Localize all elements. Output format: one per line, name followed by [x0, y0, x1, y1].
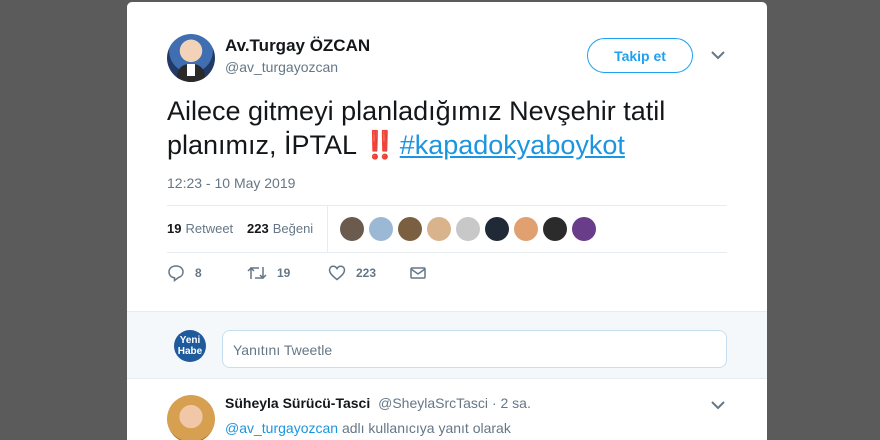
like-stat[interactable]: 223 Beğeni [247, 221, 313, 236]
direct-message-button[interactable] [409, 264, 437, 282]
avatar-text-line-1: Yeni [179, 335, 201, 346]
liker-avatar[interactable] [340, 217, 364, 241]
retweet-action-count: 19 [277, 266, 291, 280]
tweet-card: Av.Turgay ÖZCAN @av_turgayozcan Takip et… [127, 2, 767, 440]
retweet-icon [247, 266, 267, 280]
like-stat-label: Beğeni [272, 221, 314, 236]
liker-avatar[interactable] [572, 217, 596, 241]
author-display-name[interactable]: Av.Turgay ÖZCAN [225, 36, 370, 56]
author-handle[interactable]: @av_turgayozcan [225, 59, 338, 75]
reply-context-text: adlı kullanıcıya yanıt olarak [341, 420, 511, 436]
chevron-down-icon[interactable] [710, 49, 726, 61]
replier-name[interactable]: Süheyla Sürücü-Tasci [225, 395, 370, 411]
replier-handle[interactable]: @SheylaSrcTasci [378, 395, 488, 411]
liker-avatar[interactable] [427, 217, 451, 241]
retweet-stat-label: Retweet [185, 221, 234, 236]
hashtag-link[interactable]: #kapadokyaboykot [400, 130, 625, 160]
reply-count: 8 [195, 266, 202, 280]
reply-mention[interactable]: @av_turgayozcan [225, 420, 338, 436]
liker-avatar[interactable] [456, 217, 480, 241]
like-stat-count: 223 [247, 221, 269, 236]
reply-icon [168, 265, 184, 282]
reply-input[interactable]: Yanıtını Tweetle [222, 330, 727, 368]
follow-button[interactable]: Takip et [587, 38, 693, 73]
tweet-text: Ailece gitmeyi planladığımız Nevşehir ta… [167, 94, 727, 162]
current-user-avatar: Yeni Habe [174, 330, 206, 362]
liker-avatar[interactable] [543, 217, 567, 241]
double-exclamation-emoji: ‼️ [363, 130, 397, 160]
envelope-icon [410, 267, 426, 279]
engagement-stats: 19 Retweet 223 Beğeni [167, 205, 727, 253]
retweet-stat-count: 19 [167, 221, 182, 236]
liker-avatar[interactable] [369, 217, 393, 241]
replying-to: @av_turgayozcan adlı kullanıcıya yanıt o… [225, 420, 511, 436]
tweet-timestamp[interactable]: 12:23 - 10 May 2019 [167, 175, 295, 191]
avatar-text-line-2: Habe [177, 346, 203, 357]
liker-avatars [340, 217, 601, 241]
reply-composer: Yeni Habe Yanıtını Tweetle [127, 311, 767, 379]
reply-header: Süheyla Sürücü-Tasci @SheylaSrcTasci · 2… [225, 395, 531, 411]
retweet-stat[interactable]: 19 Retweet [167, 221, 233, 236]
liker-avatar[interactable] [485, 217, 509, 241]
reply-button[interactable]: 8 [167, 264, 202, 282]
like-button[interactable]: 223 [328, 264, 376, 282]
replier-avatar[interactable] [167, 395, 215, 440]
stats-divider [327, 206, 328, 252]
liker-avatar[interactable] [514, 217, 538, 241]
reply-time[interactable]: · 2 sa. [492, 395, 531, 411]
liker-avatar[interactable] [398, 217, 422, 241]
reply-chevron-down-icon[interactable] [710, 399, 726, 411]
heart-icon [328, 265, 346, 281]
retweet-button[interactable]: 19 [247, 264, 290, 282]
like-action-count: 223 [356, 266, 377, 280]
author-avatar[interactable] [167, 34, 215, 82]
tweet-actions: 8 19 223 [167, 264, 727, 288]
